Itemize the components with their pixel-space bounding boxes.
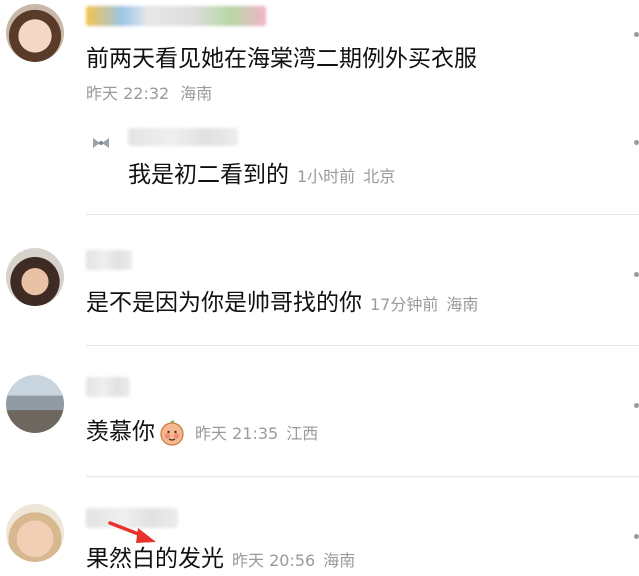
username-blurred[interactable]	[86, 6, 266, 26]
reply-location: 北京	[363, 167, 396, 186]
more-options-icon[interactable]	[634, 272, 639, 277]
comment-time: 17分钟前	[370, 295, 439, 314]
comment-time: 昨天 21:35	[195, 424, 279, 443]
comment-location: 海南	[180, 84, 213, 103]
comment-item[interactable]: 羡慕你 昨天 21:35 江西	[0, 347, 639, 477]
comment-item[interactable]: 果然白的发光 昨天 20:56 海南	[0, 478, 639, 576]
comment-text: 果然白的发光 昨天 20:56 海南	[86, 546, 356, 572]
more-options-icon[interactable]	[634, 403, 639, 408]
comment-time: 昨天 20:56	[232, 551, 316, 570]
divider	[86, 214, 639, 215]
reply-text: 我是初二看到的 1小时前 北京	[128, 162, 396, 188]
shy-face-emoji-icon	[159, 419, 185, 446]
comment-item[interactable]: 是不是因为你是帅哥找的你 17分钟前 海南	[0, 216, 639, 346]
reply-time: 1小时前	[297, 167, 356, 186]
comment-text: 前两天看见她在海棠湾二期例外买衣服	[86, 46, 477, 72]
avatar[interactable]	[6, 4, 64, 62]
divider	[86, 345, 639, 346]
more-options-icon[interactable]	[634, 534, 639, 539]
annotation-arrow-icon	[108, 520, 160, 546]
divider	[86, 476, 639, 477]
reply-username-blurred[interactable]	[128, 128, 238, 146]
comment-location: 海南	[323, 551, 356, 570]
more-options-icon[interactable]	[634, 140, 639, 145]
comment-location: 海南	[446, 295, 479, 314]
reply-avatar-icon[interactable]	[92, 134, 110, 148]
comment-time: 昨天 22:32	[86, 84, 170, 103]
comment-text: 羡慕你 昨天 21:35 江西	[86, 419, 319, 446]
avatar[interactable]	[6, 248, 64, 306]
comment-meta: 昨天 22:32 海南	[86, 80, 212, 104]
avatar[interactable]	[6, 375, 64, 433]
comment-text: 是不是因为你是帅哥找的你 17分钟前 海南	[86, 290, 479, 316]
comment-location: 江西	[286, 424, 319, 443]
avatar[interactable]	[6, 504, 64, 562]
more-options-icon[interactable]	[634, 32, 639, 37]
username-blurred[interactable]	[86, 250, 132, 270]
comment-item[interactable]: 前两天看见她在海棠湾二期例外买衣服 昨天 22:32 海南 我是初二看到的 1小时…	[0, 0, 639, 215]
username-blurred[interactable]	[86, 377, 130, 397]
